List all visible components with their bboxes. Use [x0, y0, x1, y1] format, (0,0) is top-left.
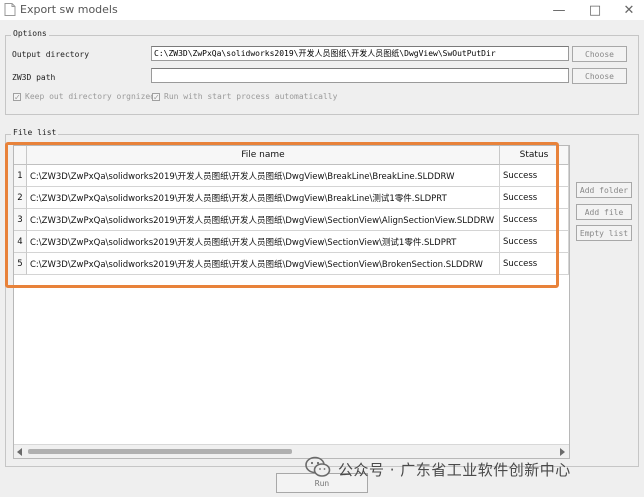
column-header-file-name[interactable]: File name — [27, 146, 500, 165]
zw3d-path-input[interactable] — [151, 68, 569, 83]
minimize-button[interactable]: — — [542, 0, 576, 20]
empty-list-button[interactable]: Empty list — [576, 225, 632, 241]
file-name-cell[interactable]: C:\ZW3D\ZwPxQa\solidworks2019\开发人员图纸\开发人… — [27, 231, 500, 253]
keep-directory-label: Keep out directory orgnized — [25, 92, 156, 101]
row-index[interactable]: 1 — [14, 165, 27, 187]
row-index[interactable]: 2 — [14, 187, 27, 209]
close-button[interactable]: ✕ — [612, 0, 644, 20]
app-document-icon — [4, 3, 16, 16]
row-index[interactable]: 3 — [14, 209, 27, 231]
window-title: Export sw models — [20, 3, 118, 16]
status-cell[interactable]: Success — [500, 165, 569, 187]
add-folder-button[interactable]: Add folder — [576, 182, 632, 198]
row-index[interactable]: 5 — [14, 253, 27, 275]
status-cell[interactable]: Success — [500, 187, 569, 209]
scroll-right-arrow-icon[interactable] — [559, 448, 565, 456]
options-group-title: Options — [11, 29, 49, 38]
output-directory-input[interactable]: C:\ZW3D\ZwPxQa\solidworks2019\开发人员图纸\开发人… — [151, 46, 569, 61]
keep-directory-checkbox[interactable]: ✓ — [13, 93, 21, 102]
column-header-status[interactable]: Status — [500, 146, 569, 165]
horizontal-scrollbar[interactable] — [14, 444, 569, 458]
file-name-cell[interactable]: C:\ZW3D\ZwPxQa\solidworks2019\开发人员图纸\开发人… — [27, 253, 500, 275]
corner-header — [14, 146, 27, 165]
scrollbar-thumb[interactable] — [28, 449, 292, 454]
status-cell[interactable]: Success — [500, 253, 569, 275]
file-list-group-title: File list — [11, 128, 59, 137]
output-directory-choose-button[interactable]: Choose — [572, 46, 627, 62]
maximize-button[interactable]: □ — [578, 0, 612, 20]
file-list-table[interactable]: File name Status 1 C:\ZW3D\ZwPxQa\solidw… — [13, 145, 570, 459]
file-name-cell[interactable]: C:\ZW3D\ZwPxQa\solidworks2019\开发人员图纸\开发人… — [27, 209, 500, 231]
watermark-text: 公众号 · 广东省工业软件创新中心 — [338, 461, 571, 479]
auto-run-checkbox[interactable]: ✓ — [152, 93, 160, 102]
file-name-cell[interactable]: C:\ZW3D\ZwPxQa\solidworks2019\开发人员图纸\开发人… — [27, 165, 500, 187]
auto-run-label: Run with start process automatically — [164, 92, 338, 101]
status-cell[interactable]: Success — [500, 209, 569, 231]
zw3d-path-choose-button[interactable]: Choose — [572, 68, 627, 84]
wechat-logo-icon — [305, 456, 331, 477]
file-name-cell[interactable]: C:\ZW3D\ZwPxQa\solidworks2019\开发人员图纸\开发人… — [27, 187, 500, 209]
title-bar: Export sw models — □ ✕ — [0, 0, 644, 20]
row-index[interactable]: 4 — [14, 231, 27, 253]
add-file-button[interactable]: Add file — [576, 204, 632, 220]
zw3d-path-label: ZW3D path — [12, 73, 56, 82]
scroll-left-arrow-icon[interactable] — [17, 448, 23, 456]
output-directory-label: Output directory — [12, 50, 90, 59]
status-cell[interactable]: Success — [500, 231, 569, 253]
